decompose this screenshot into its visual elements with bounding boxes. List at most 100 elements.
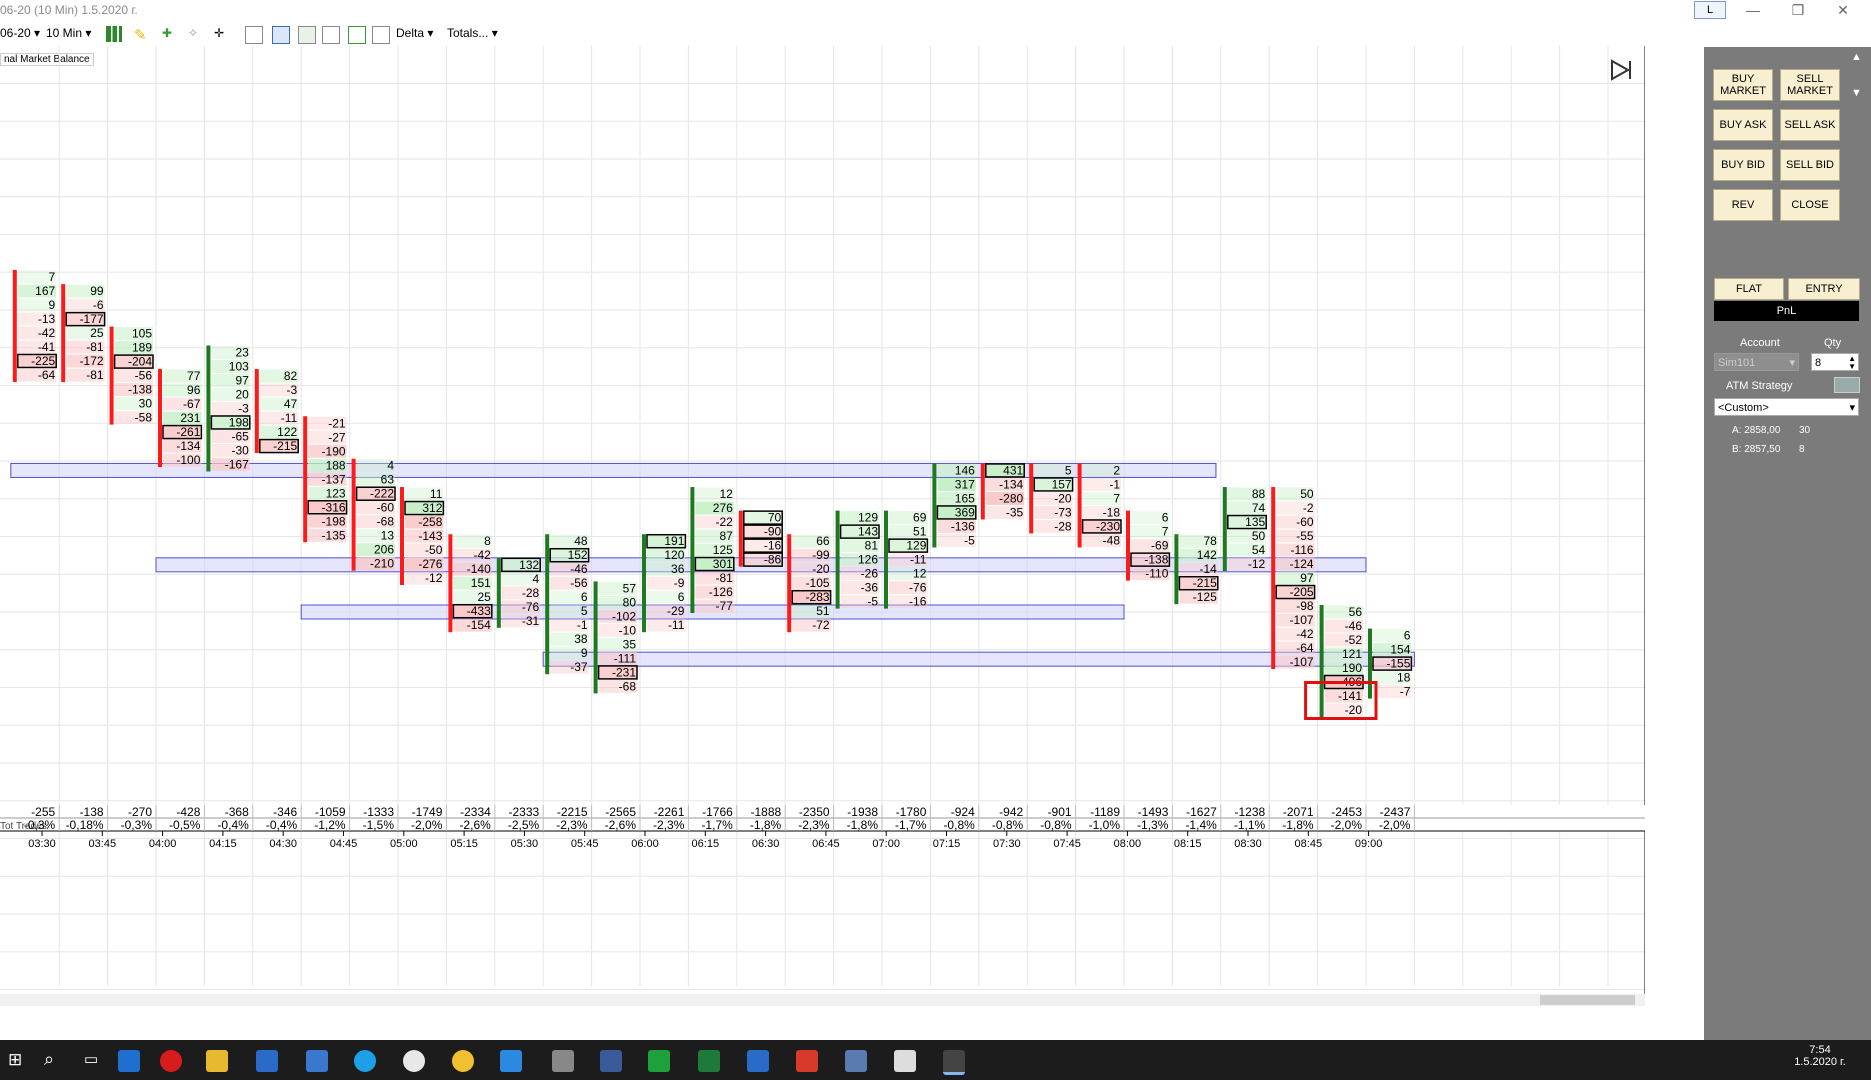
scrollbar-thumb[interactable] [1540,995,1635,1005]
totals-pct: -2,0% [1379,818,1411,832]
totals-pct: -1,7% [895,818,927,832]
footprint-cell: 23 [235,345,249,359]
totals-dropdown[interactable]: Totals... ▾ [447,26,498,40]
teamviewer-icon[interactable] [500,1050,522,1072]
flat-button[interactable]: FLAT [1714,278,1784,300]
scroll-to-end-icon[interactable] [1611,59,1631,81]
edge-icon[interactable] [118,1050,140,1072]
footprint-cell: 146 [955,463,975,477]
totals-delta: -346 [273,805,297,819]
chart-trader-icon[interactable] [322,26,340,44]
sell-bid-button[interactable]: SELL BID [1780,149,1840,181]
collapse-icon[interactable]: ▲ [1851,51,1862,63]
buy-bid-button[interactable]: BUY BID [1713,149,1773,181]
time-label: 06:15 [692,838,720,850]
footprint-cell: -76 [522,600,540,614]
properties-icon[interactable] [348,26,366,44]
footprint-cell: 312 [422,501,442,515]
task-view-icon[interactable]: ▭ [84,1050,98,1068]
entry-button[interactable]: ENTRY [1788,278,1860,300]
sell-market-button[interactable]: SELL MARKET [1780,69,1840,101]
atm-strategy-label: ATM Strategy [1726,380,1793,392]
footprint-cell: -105 [806,576,830,590]
time-label: 06:45 [812,838,840,850]
ninjatrader-icon[interactable] [943,1050,965,1075]
folder-icon[interactable] [206,1050,228,1072]
chart-style-icon[interactable] [106,26,122,42]
tradingapp-icon[interactable] [648,1050,670,1072]
footprint-cell: -16 [909,595,927,609]
link-button[interactable]: L [1694,1,1726,19]
totals-delta: -1493 [1138,805,1169,819]
opera-icon[interactable] [160,1050,182,1072]
time-label: 03:30 [28,838,56,850]
start-icon[interactable]: ⊞ [8,1050,22,1070]
interval-selector[interactable]: 10 Min ▾ [46,26,91,40]
strategy-icon[interactable]: ✧ [188,26,204,42]
skype-icon[interactable] [354,1050,376,1072]
data-box-icon[interactable] [245,26,263,44]
footprint-cell: -190 [322,444,346,458]
footprint-cell: 103 [229,359,249,373]
totals-delta: -368 [225,805,249,819]
footprint-cell: 80 [623,595,637,609]
footprint-cell: -42 [1296,627,1314,641]
paint-icon[interactable] [452,1050,474,1072]
search-icon[interactable]: ⌕ [44,1049,54,1070]
footprint-chart[interactable]: 2888,002886,002884,002882,002880,002878,… [0,46,1645,1006]
template-icon[interactable] [372,26,390,44]
volumetric-icon[interactable] [298,26,316,44]
footprint-cell: 190 [1342,661,1362,675]
chrome-icon[interactable] [403,1050,425,1072]
pencil-icon[interactable]: ✎ [134,26,150,44]
account-select[interactable]: Sim101 ▾ [1714,353,1799,371]
add-indicator-icon[interactable]: ✚ [162,26,178,42]
network-icon[interactable] [600,1050,622,1072]
calculator-icon[interactable] [894,1050,916,1072]
footprint-cell: -135 [322,528,346,542]
footprint-cell: -12 [425,571,443,585]
sell-ask-button[interactable]: SELL ASK [1780,109,1840,141]
mail-icon[interactable] [747,1050,769,1072]
atm-settings-button[interactable] [1834,377,1860,393]
clock[interactable]: 7:54 1.5.2020 г. [1790,1044,1850,1068]
anydesk-icon[interactable] [796,1050,818,1072]
totals-pct: -0,8% [992,818,1024,832]
minimize-button[interactable]: — [1733,2,1773,20]
footprint-cell: -46 [1345,619,1363,633]
qty-input[interactable]: 8 ▲ ▼ [1811,353,1859,371]
footprint-cell: -20 [1345,703,1363,717]
footprint-cell: -134 [176,439,200,453]
expand-icon[interactable]: ▼ [1851,87,1862,99]
excel-icon[interactable] [698,1050,720,1072]
horizontal-scrollbar[interactable] [0,994,1645,1006]
buy-ask-button[interactable]: BUY ASK [1713,109,1773,141]
crosshair-icon[interactable]: ✛ [214,26,230,42]
rev-button[interactable]: REV [1713,189,1773,221]
footprint-cell: 231 [180,411,200,425]
buy-market-button[interactable]: BUY MARKET [1713,69,1773,101]
calendar-icon[interactable] [306,1050,328,1072]
close-position-button[interactable]: CLOSE [1780,189,1840,221]
footprint-cell: -68 [377,515,395,529]
footprint-cell: -76 [909,581,927,595]
footprint-cell: 120 [664,548,684,562]
footprint-cell: -65 [231,429,249,443]
candle-body [351,458,356,571]
store-icon[interactable] [256,1050,278,1072]
footprint-cell: 81 [865,539,879,553]
footprint-cell: -126 [709,585,733,599]
maximize-button[interactable]: ❐ [1778,2,1818,20]
totals-delta: -1888 [750,805,781,819]
close-window-button[interactable]: ✕ [1823,2,1863,20]
order-flow-icon[interactable] [272,26,290,44]
instrument-selector[interactable]: 06-20 ▾ [0,26,40,40]
atm-strategy-select[interactable]: <Custom> ▾ [1714,398,1859,416]
delta-dropdown[interactable]: Delta ▾ [396,26,433,40]
totals-delta: -1059 [315,805,346,819]
app-icon[interactable] [552,1050,574,1072]
save-icon[interactable] [845,1050,867,1072]
footprint-cell: -225 [31,354,55,368]
time-label: 04:00 [149,838,177,850]
footprint-cell: 125 [713,543,733,557]
